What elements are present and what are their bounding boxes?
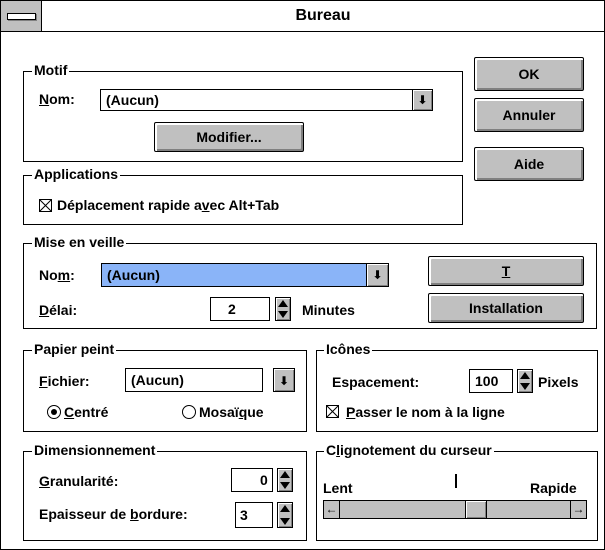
delay-spinner[interactable] <box>275 297 291 321</box>
applications-legend: Applications <box>32 166 121 182</box>
wrap-title-checkbox[interactable] <box>326 405 339 418</box>
blink-rate-thumb[interactable] <box>465 501 487 518</box>
granularity-spinner[interactable] <box>277 468 293 492</box>
setup-button-label: Installation <box>469 300 543 316</box>
wallpaper-file-label: Fichier: <box>39 373 90 389</box>
spin-up-icon[interactable] <box>280 505 290 512</box>
icon-spacing-input[interactable]: 100 <box>469 369 513 393</box>
icon-spacing-unit: Pixels <box>538 374 579 390</box>
delay-input[interactable]: 2 <box>210 297 270 321</box>
spin-down-icon[interactable] <box>278 311 288 318</box>
help-button-label: Aide <box>513 156 545 172</box>
border-width-input[interactable]: 3 <box>235 502 273 528</box>
system-menu-button[interactable] <box>1 1 42 31</box>
border-width-spinner[interactable] <box>277 502 293 528</box>
cancel-button[interactable]: Annuler <box>474 98 584 132</box>
screensaver-name-label: Nom: <box>39 267 75 283</box>
ok-button[interactable]: OK <box>474 57 584 91</box>
icons-legend: Icônes <box>324 341 373 357</box>
dropdown-arrow-icon[interactable]: ⬇ <box>273 368 295 392</box>
tile-radio[interactable] <box>182 405 196 419</box>
wallpaper-legend: Papier peint <box>32 341 117 357</box>
blink-rate-slider[interactable]: ← → <box>323 500 587 519</box>
center-label[interactable]: Centré <box>64 403 108 421</box>
blink-fast-label: Rapide <box>530 480 577 496</box>
screensaver-name-dropdown[interactable]: (Aucun) ⬇ <box>101 263 389 287</box>
spin-down-icon[interactable] <box>280 518 290 525</box>
check-x-icon <box>40 200 51 211</box>
screensaver-name-value: (Aucun) <box>107 267 160 283</box>
motif-name-dropdown[interactable]: (Aucun) ⬇ <box>100 89 433 111</box>
wrap-title-label[interactable]: Passer le nom à la ligne <box>346 403 505 421</box>
spin-down-icon[interactable] <box>520 383 530 390</box>
fast-switch-checkbox[interactable] <box>39 199 52 212</box>
delay-unit-label: Minutes <box>302 302 355 318</box>
border-width-label: Epaisseur de bordure: <box>39 506 188 522</box>
blink-cursor-indicator <box>455 474 457 488</box>
help-button[interactable]: Aide <box>474 147 584 181</box>
spin-up-icon[interactable] <box>280 471 290 478</box>
screensaver-legend: Mise en veille <box>32 234 127 250</box>
desktop-dialog: Bureau OK Annuler Aide Motif Nom: (Aucun… <box>0 0 605 550</box>
cursor-blink-legend: Clignotement du curseur <box>324 442 494 458</box>
dropdown-arrow-icon[interactable]: ⬇ <box>366 264 388 286</box>
spin-up-icon[interactable] <box>520 372 530 379</box>
dropdown-arrow-icon[interactable]: ⬇ <box>412 90 432 110</box>
motif-legend: Motif <box>32 62 70 78</box>
system-menu-icon <box>7 13 36 20</box>
border-width-value: 3 <box>240 507 248 523</box>
wallpaper-file-dropdown[interactable]: (Aucun) <box>125 368 263 392</box>
granularity-input[interactable]: 0 <box>231 468 273 492</box>
scroll-left-icon[interactable]: ← <box>324 501 340 518</box>
setup-button[interactable]: Installation <box>428 293 584 323</box>
test-button[interactable]: Test <box>428 256 584 307</box>
delay-value: 2 <box>228 301 236 317</box>
blink-slow-label: Lent <box>323 480 353 496</box>
check-x-icon <box>327 406 338 417</box>
modify-motif-label: Modifier... <box>196 129 262 145</box>
title-bar: Bureau <box>1 1 604 32</box>
granularity-label: Granularité: <box>39 473 119 489</box>
sizing-legend: Dimensionnement <box>32 442 158 458</box>
wallpaper-file-value: (Aucun) <box>131 372 184 388</box>
delay-label: Délai: <box>39 302 78 318</box>
radio-dot-icon <box>51 409 57 415</box>
ok-button-label: OK <box>518 66 540 82</box>
window-title: Bureau <box>295 7 351 24</box>
tile-label[interactable]: Mosaïque <box>199 403 264 421</box>
modify-motif-button[interactable]: Modifier... <box>154 122 304 152</box>
scroll-right-icon[interactable]: → <box>570 501 586 518</box>
granularity-value: 0 <box>260 472 268 488</box>
cancel-button-label: Annuler <box>502 107 556 123</box>
motif-name-value: (Aucun) <box>106 92 159 108</box>
motif-name-label: Nom: <box>39 91 75 107</box>
spin-up-icon[interactable] <box>278 300 288 307</box>
icon-spacing-value: 100 <box>475 373 499 389</box>
fast-switch-label[interactable]: Déplacement rapide avec Alt+Tab <box>57 196 279 214</box>
icon-spacing-spinner[interactable] <box>517 369 533 393</box>
icon-spacing-label: Espacement: <box>332 374 420 390</box>
spin-down-icon[interactable] <box>280 482 290 489</box>
center-radio[interactable] <box>47 405 61 419</box>
